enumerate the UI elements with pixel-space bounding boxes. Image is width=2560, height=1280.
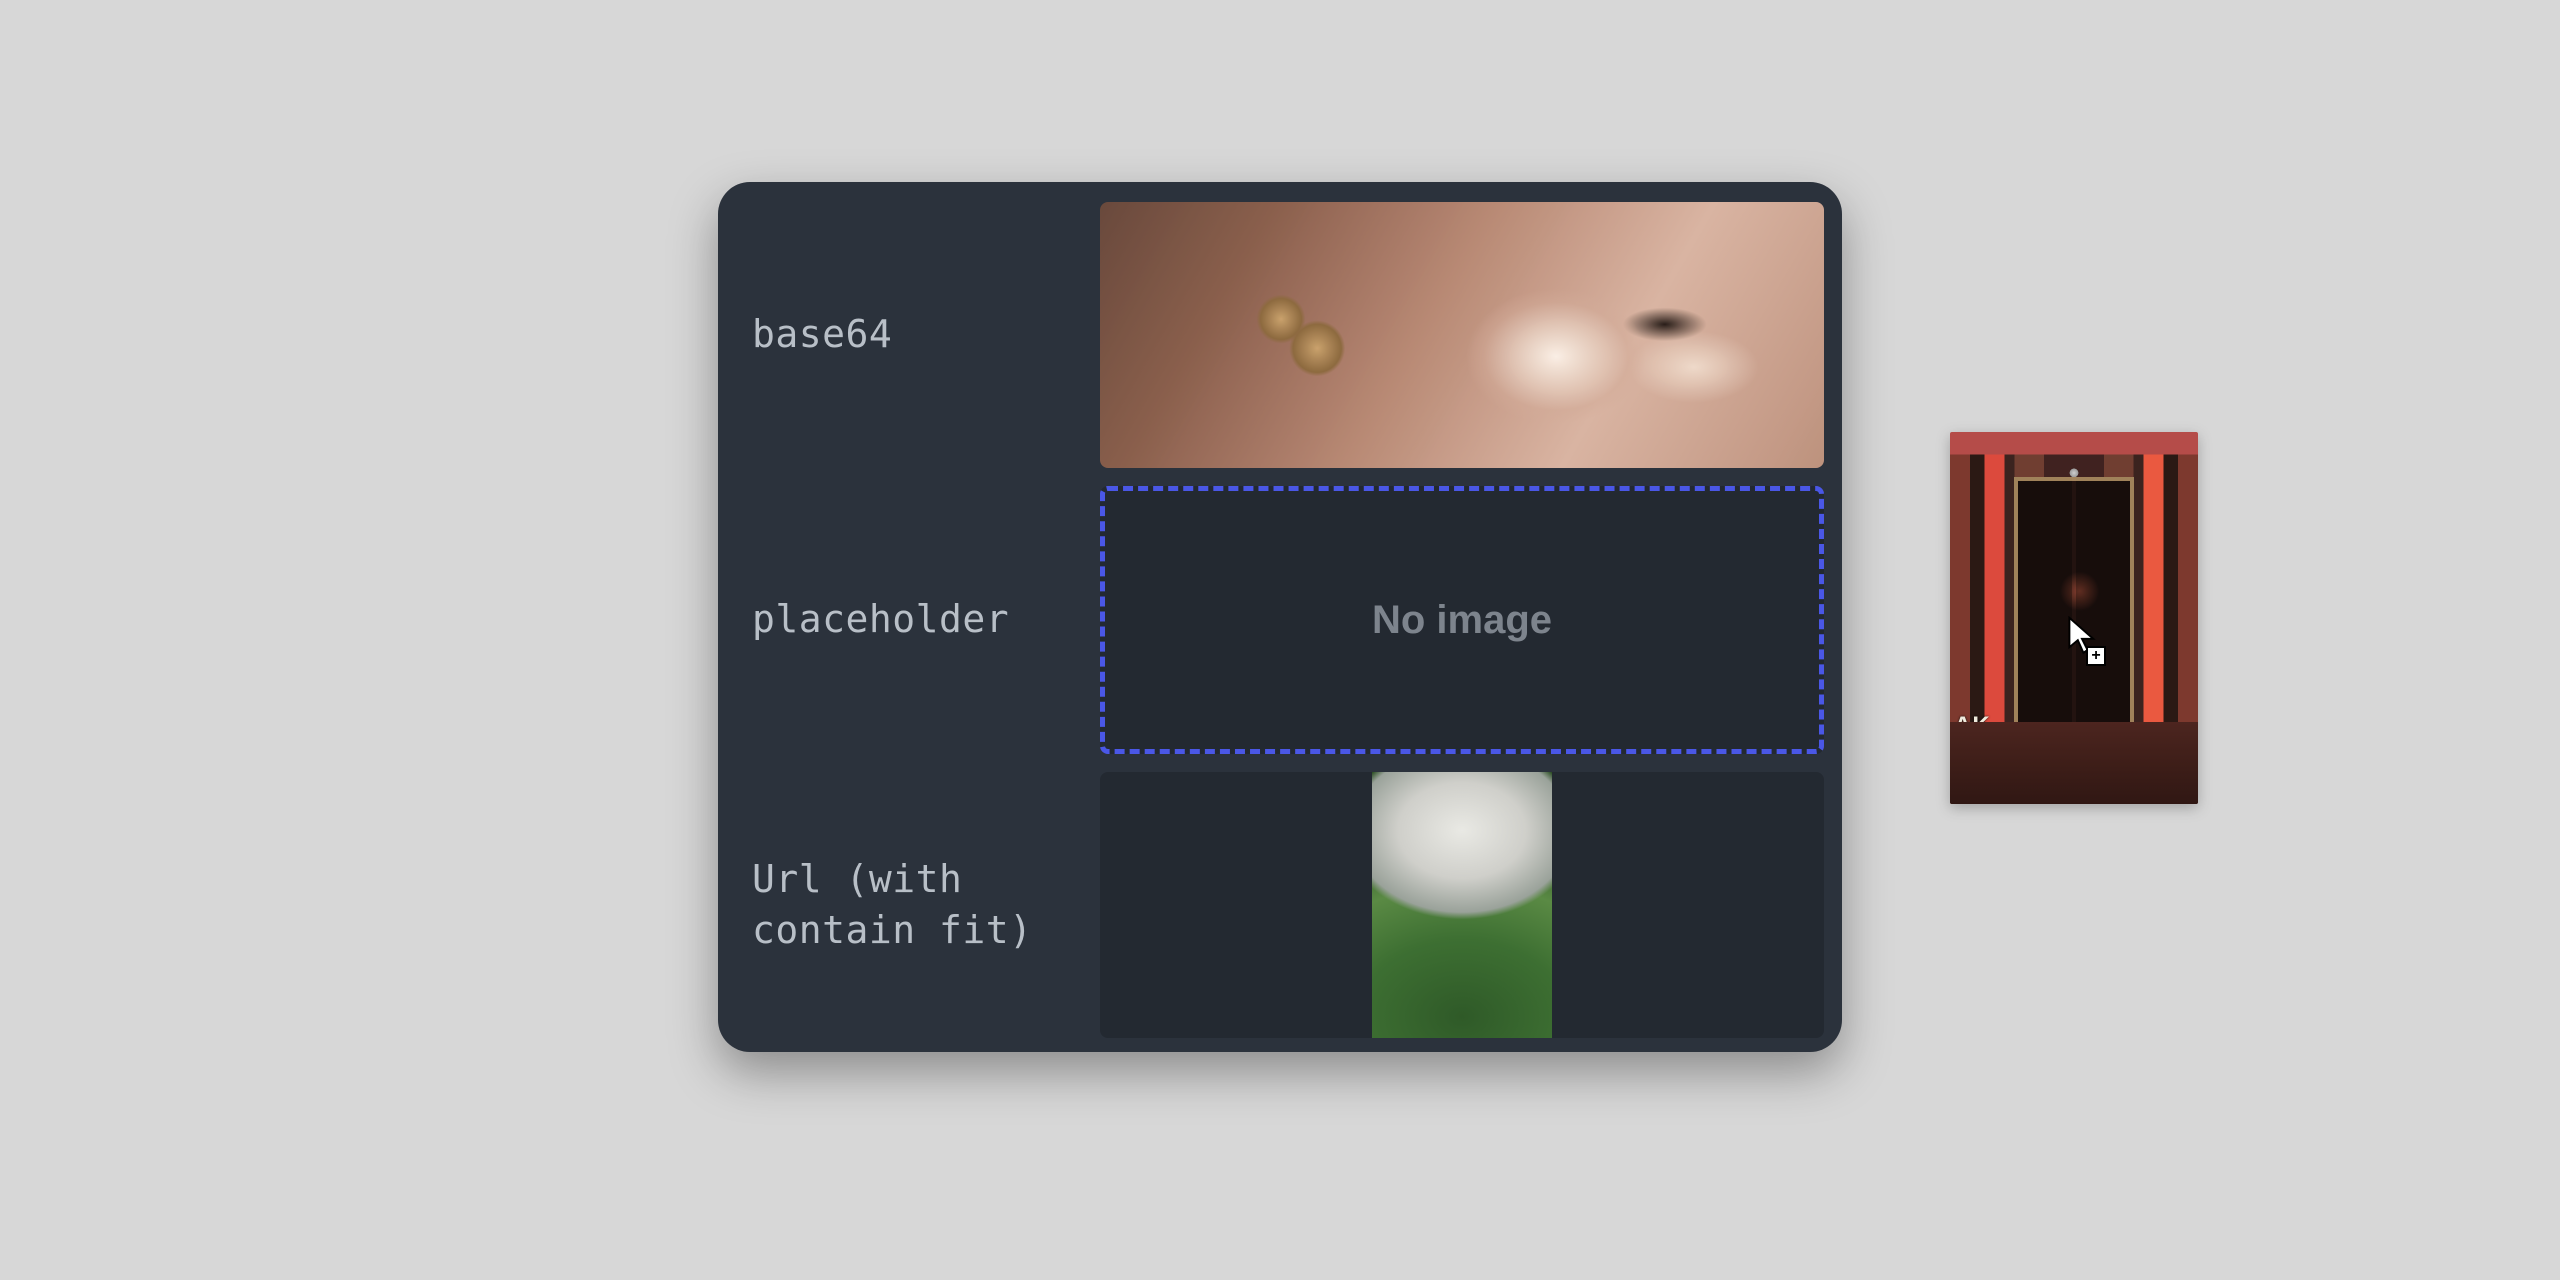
image-demo-panel: base64 placeholder No image Url (with co… bbox=[718, 182, 1842, 1052]
row-placeholder: placeholder No image bbox=[736, 486, 1824, 754]
row-url-contain: Url (with contain fit) bbox=[736, 772, 1824, 1038]
row-label: Url (with contain fit) bbox=[736, 854, 1076, 957]
row-base64: base64 bbox=[736, 202, 1824, 468]
stage: base64 placeholder No image Url (with co… bbox=[0, 0, 2560, 1280]
image-preview-url[interactable] bbox=[1100, 772, 1824, 1038]
graffiti-text: AK bbox=[1954, 712, 1991, 740]
image-dropzone[interactable]: No image bbox=[1100, 486, 1824, 754]
row-label: placeholder bbox=[736, 594, 1076, 645]
row-label: base64 bbox=[736, 309, 1076, 360]
drag-ghost-thumbnail[interactable]: AK bbox=[1950, 432, 2198, 804]
landscape-image bbox=[1372, 772, 1552, 1038]
image-preview-base64[interactable] bbox=[1100, 202, 1824, 468]
placeholder-text: No image bbox=[1372, 598, 1552, 643]
portrait-image bbox=[1100, 202, 1824, 468]
